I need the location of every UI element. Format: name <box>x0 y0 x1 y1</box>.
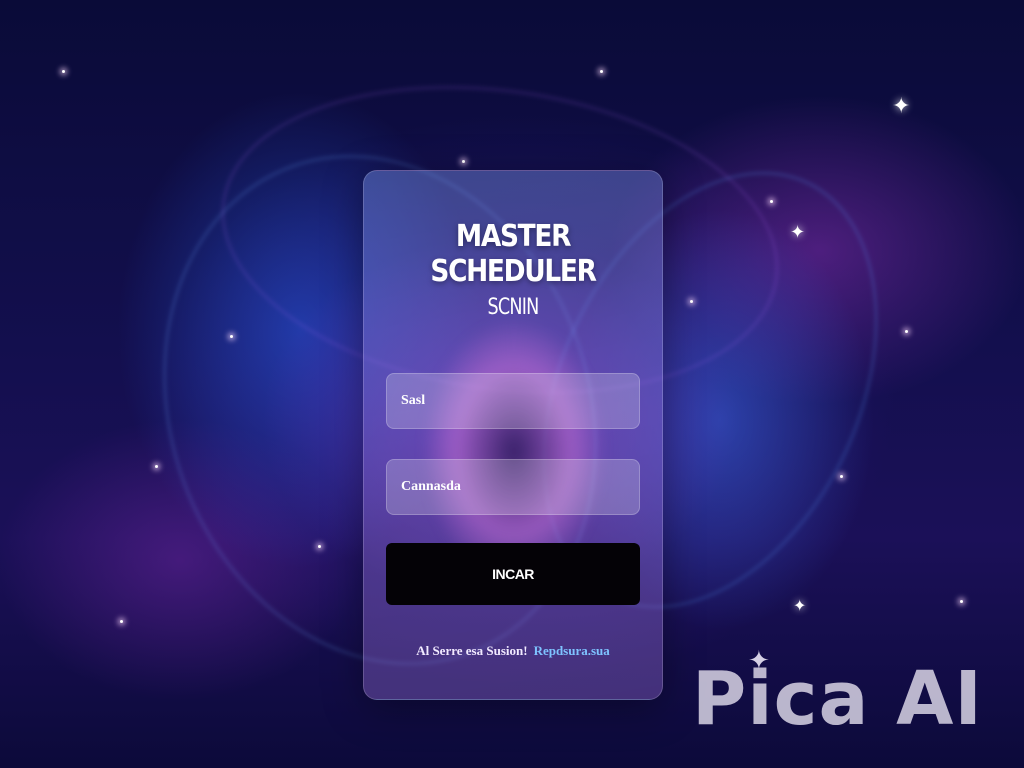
sparkle-icon: ✦ <box>793 596 807 615</box>
username-placeholder: Sasl <box>401 393 426 408</box>
star <box>960 600 963 603</box>
sparkle-icon: ✦ <box>790 222 806 243</box>
signup-text: Al Serre esa Susion! <box>416 643 528 658</box>
star <box>318 545 321 548</box>
signup-prompt: Al Serre esa Susion! Repdsura.sua <box>364 643 662 659</box>
star <box>840 475 843 478</box>
star <box>62 70 65 73</box>
star <box>690 300 693 303</box>
star <box>155 465 158 468</box>
star <box>905 330 908 333</box>
app-title: MASTER SCHEDULER <box>430 219 596 289</box>
signup-link[interactable]: Repdsura.sua <box>534 643 610 658</box>
sign-in-heading: SCNIN <box>487 295 540 320</box>
card-glow <box>424 321 604 581</box>
login-button[interactable]: INCAR <box>386 543 640 605</box>
password-placeholder: Cannasda <box>401 479 461 494</box>
login-card: MASTER SCHEDULER SCNIN Sasl Cannasda INC… <box>363 170 663 700</box>
sparkle-icon: ✦ <box>892 94 911 119</box>
star <box>462 160 465 163</box>
star <box>230 335 233 338</box>
star <box>770 200 773 203</box>
star <box>600 70 603 73</box>
username-field[interactable]: Sasl <box>386 373 640 429</box>
watermark-logo: Pica AI <box>692 656 983 742</box>
star <box>120 620 123 623</box>
password-field[interactable]: Cannasda <box>386 459 640 515</box>
